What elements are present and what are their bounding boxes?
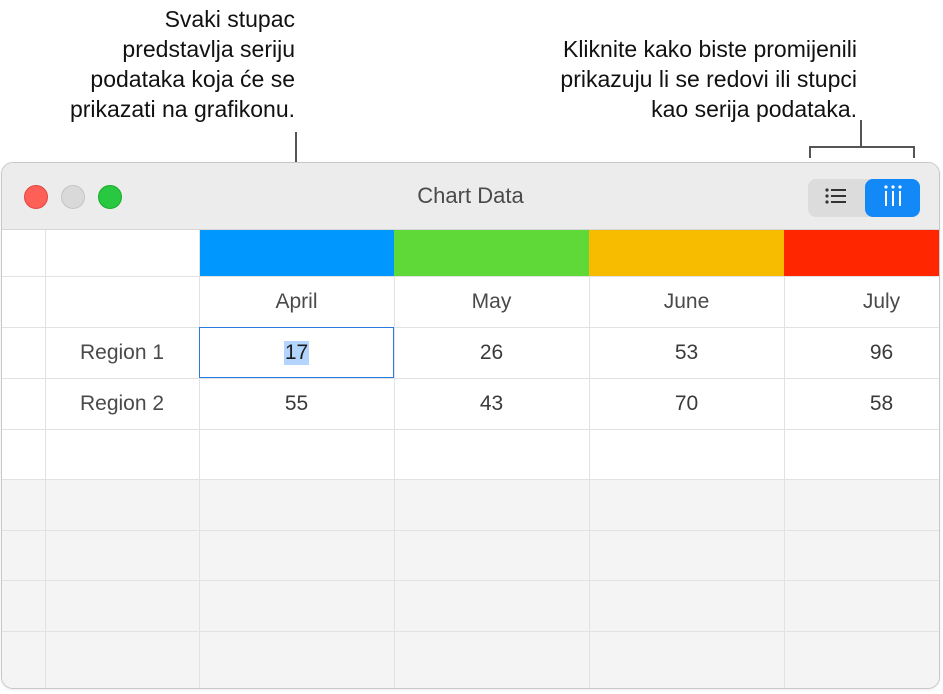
data-cell[interactable]: 58	[784, 378, 939, 429]
series-color-july[interactable]	[784, 230, 939, 276]
row-header-region-1[interactable]: Region 1	[45, 327, 199, 378]
data-cell[interactable]: 55	[199, 378, 394, 429]
plot-columns-as-series-button[interactable]	[865, 179, 920, 217]
series-color-may[interactable]	[394, 230, 589, 276]
series-color-april[interactable]	[199, 230, 394, 276]
data-cell[interactable]: 53	[589, 327, 784, 378]
columns-icon	[882, 184, 904, 213]
column-header-may[interactable]: May	[394, 276, 589, 327]
leader-line-right-stem	[860, 120, 862, 147]
leader-line-right-tick-left	[809, 146, 811, 158]
empty-rows-area	[2, 479, 939, 688]
list-icon	[823, 186, 849, 211]
column-header-june[interactable]: June	[589, 276, 784, 327]
leader-line-right-bar	[809, 146, 915, 148]
data-cell[interactable]: 96	[784, 327, 939, 378]
data-cell-selected[interactable]: 17	[199, 327, 394, 378]
data-cell[interactable]: 43	[394, 378, 589, 429]
row-header-region-2[interactable]: Region 2	[45, 378, 199, 429]
data-cell[interactable]: 26	[394, 327, 589, 378]
series-orientation-control	[808, 179, 920, 217]
callout-toggle-series: Kliknite kako biste promijenili prikazuj…	[560, 36, 857, 122]
column-header-july[interactable]: July	[784, 276, 939, 327]
selected-cell-value[interactable]: 17	[283, 340, 310, 365]
data-cell[interactable]: 70	[589, 378, 784, 429]
series-color-june[interactable]	[589, 230, 784, 276]
titlebar: Chart Data	[2, 163, 939, 230]
column-header-april[interactable]: April	[199, 276, 394, 327]
plot-rows-as-series-button[interactable]	[808, 179, 863, 217]
callout-series-columns: Svaki stupac predstavlja seriju podataka…	[69, 6, 295, 122]
leader-line-right-tick-right	[913, 146, 915, 158]
window-title: Chart Data	[417, 183, 524, 208]
data-grid: April May June July Region 1 17 26 53 96…	[2, 230, 939, 688]
chart-data-window: Chart Data April May June July Region 1 …	[1, 162, 940, 689]
